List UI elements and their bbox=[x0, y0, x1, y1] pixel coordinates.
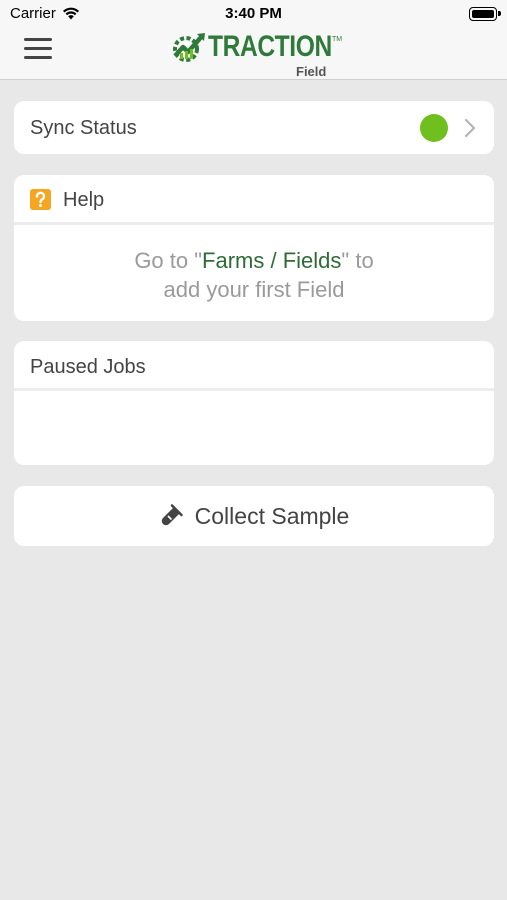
status-bar: Carrier 3:40 PM bbox=[0, 0, 507, 28]
chevron-right-icon bbox=[464, 118, 476, 138]
paused-jobs-card: Paused Jobs bbox=[14, 341, 494, 465]
paused-jobs-header: Paused Jobs bbox=[14, 341, 494, 391]
help-icon bbox=[30, 189, 51, 210]
battery-icon bbox=[469, 7, 501, 21]
help-card: Help Go to "Farms / Fields" to add your … bbox=[14, 175, 494, 321]
gear-check-icon bbox=[173, 33, 205, 62]
sync-status-row[interactable]: Sync Status bbox=[14, 101, 494, 154]
collect-sample-label: Collect Sample bbox=[194, 502, 350, 529]
collect-sample-button[interactable]: Collect Sample bbox=[14, 486, 494, 546]
logo-trademark: TM bbox=[332, 36, 343, 43]
paused-jobs-title: Paused Jobs bbox=[30, 356, 146, 378]
farms-fields-link[interactable]: Farms / Fields bbox=[202, 248, 341, 273]
menu-button[interactable] bbox=[24, 38, 52, 64]
hamburger-line bbox=[24, 47, 52, 50]
traction-logo: TRACTION TM Field bbox=[170, 30, 343, 80]
help-message-line1: Go to "Farms / Fields" to bbox=[14, 246, 494, 275]
help-text-prefix: Go to " bbox=[134, 248, 203, 273]
test-tube-icon bbox=[161, 504, 183, 526]
logo-wordmark: TRACTION bbox=[208, 30, 332, 63]
hamburger-line bbox=[24, 56, 52, 59]
hamburger-line bbox=[24, 38, 52, 41]
sync-status-indicator bbox=[420, 114, 448, 142]
help-title: Help bbox=[63, 189, 105, 211]
help-text-suffix: " to bbox=[341, 248, 374, 273]
help-message: Go to "Farms / Fields" to add your first… bbox=[14, 246, 494, 304]
logo-subtitle: Field bbox=[296, 64, 327, 79]
sync-status-label: Sync Status bbox=[30, 117, 137, 139]
help-card-header: Help bbox=[14, 175, 494, 225]
collect-sample-content: Collect Sample bbox=[14, 486, 494, 546]
status-time: 3:40 PM bbox=[225, 5, 282, 22]
nav-bar: TRACTION TM Field bbox=[0, 28, 507, 80]
help-message-line2: add your first Field bbox=[163, 277, 345, 302]
